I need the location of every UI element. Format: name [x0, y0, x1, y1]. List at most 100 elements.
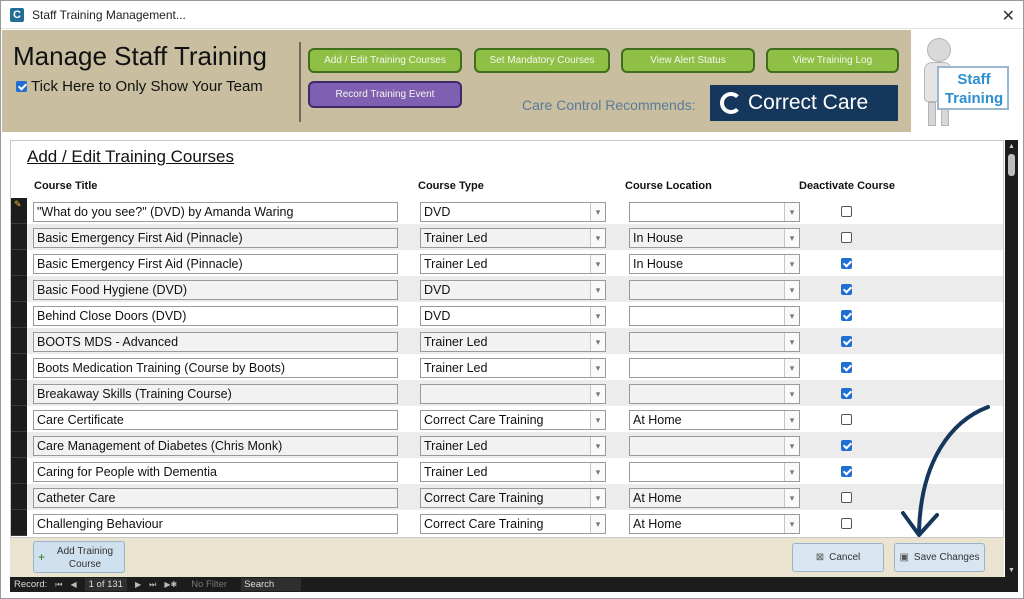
course-location-select[interactable]: ▾	[629, 462, 800, 482]
chevron-down-icon[interactable]: ▾	[784, 463, 799, 481]
correct-care-logo[interactable]: Correct Care	[710, 85, 898, 121]
team-filter-checkbox[interactable]: Tick Here to Only Show Your Team	[16, 78, 263, 95]
record-selector[interactable]	[11, 354, 27, 380]
course-title-field[interactable]: Care Certificate	[33, 410, 398, 430]
chevron-down-icon[interactable]: ▾	[590, 411, 605, 429]
table-row[interactable]: Catheter Care Correct Care Training ▾ At Ho…	[11, 484, 1003, 510]
record-selector[interactable]	[11, 328, 27, 354]
chevron-down-icon[interactable]: ▾	[590, 385, 605, 403]
record-selector[interactable]	[11, 510, 27, 536]
close-icon[interactable]: ✕	[1002, 6, 1015, 26]
vertical-scrollbar[interactable]: ▲ ▼	[1005, 140, 1018, 577]
chevron-down-icon[interactable]: ▾	[784, 255, 799, 273]
chevron-down-icon[interactable]: ▾	[590, 255, 605, 273]
course-location-select[interactable]: ▾	[629, 306, 800, 326]
course-title-field[interactable]: "What do you see?" (DVD) by Amanda Warin…	[33, 202, 398, 222]
course-type-select[interactable]: Trainer Led ▾	[420, 332, 606, 352]
deactivate-checkbox[interactable]	[841, 362, 852, 373]
course-location-select[interactable]: ▾	[629, 358, 800, 378]
table-row[interactable]: Breakaway Skills (Training Course) ▾ ▾	[11, 380, 1003, 406]
course-location-select[interactable]: In House ▾	[629, 254, 800, 274]
course-type-select[interactable]: Correct Care Training ▾	[420, 410, 606, 430]
previous-record-icon[interactable]: ◀	[70, 580, 76, 589]
course-location-select[interactable]: At Home ▾	[629, 410, 800, 430]
set-mandatory-courses-button[interactable]: Set Mandatory Courses	[474, 48, 610, 73]
view-training-log-button[interactable]: View Training Log	[766, 48, 899, 73]
chevron-down-icon[interactable]: ▾	[784, 385, 799, 403]
table-row[interactable]: Care Management of Diabetes (Chris Monk)…	[11, 432, 1003, 458]
deactivate-checkbox[interactable]	[841, 466, 852, 477]
table-row[interactable]: Caring for People with Dementia Trainer L…	[11, 458, 1003, 484]
chevron-down-icon[interactable]: ▾	[784, 515, 799, 533]
course-type-select[interactable]: DVD ▾	[420, 306, 606, 326]
checkbox-icon[interactable]	[16, 81, 27, 92]
course-type-select[interactable]: Trainer Led ▾	[420, 358, 606, 378]
table-row[interactable]: Challenging Behaviour Correct Care Traini…	[11, 510, 1003, 536]
chevron-down-icon[interactable]: ▾	[590, 515, 605, 533]
record-selector[interactable]	[11, 380, 27, 406]
course-location-select[interactable]: ▾	[629, 280, 800, 300]
table-row[interactable]: Care Certificate Correct Care Training ▾ At…	[11, 406, 1003, 432]
deactivate-checkbox[interactable]	[841, 440, 852, 451]
chevron-down-icon[interactable]: ▾	[784, 307, 799, 325]
course-type-select[interactable]: Trainer Led ▾	[420, 436, 606, 456]
chevron-down-icon[interactable]: ▾	[590, 307, 605, 325]
record-selector[interactable]	[11, 432, 27, 458]
chevron-down-icon[interactable]: ▾	[590, 463, 605, 481]
course-location-select[interactable]: ▾	[629, 384, 800, 404]
next-record-icon[interactable]: ▶	[135, 580, 141, 589]
course-title-field[interactable]: Basic Emergency First Aid (Pinnacle)	[33, 254, 398, 274]
course-location-select[interactable]: In House ▾	[629, 228, 800, 248]
chevron-down-icon[interactable]: ▾	[784, 411, 799, 429]
course-type-select[interactable]: Correct Care Training ▾	[420, 488, 606, 508]
deactivate-checkbox[interactable]	[841, 284, 852, 295]
record-selector[interactable]	[11, 484, 27, 510]
deactivate-checkbox[interactable]	[841, 492, 852, 503]
course-title-field[interactable]: Catheter Care	[33, 488, 398, 508]
add-edit-courses-button[interactable]: Add / Edit Training Courses	[308, 48, 462, 73]
deactivate-checkbox[interactable]	[841, 336, 852, 347]
chevron-down-icon[interactable]: ▾	[590, 203, 605, 221]
course-title-field[interactable]: Breakaway Skills (Training Course)	[33, 384, 398, 404]
course-type-select[interactable]: Trainer Led ▾	[420, 228, 606, 248]
course-type-select[interactable]: ▾	[420, 384, 606, 404]
scroll-down-icon[interactable]: ▼	[1005, 566, 1018, 575]
course-location-select[interactable]: At Home ▾	[629, 514, 800, 534]
table-row[interactable]: Basic Emergency First Aid (Pinnacle) Trai…	[11, 250, 1003, 276]
view-alert-status-button[interactable]: View Alert Status	[621, 48, 755, 73]
chevron-down-icon[interactable]: ▾	[590, 359, 605, 377]
course-location-select[interactable]: ▾	[629, 332, 800, 352]
chevron-down-icon[interactable]: ▾	[784, 229, 799, 247]
deactivate-checkbox[interactable]	[841, 206, 852, 217]
chevron-down-icon[interactable]: ▾	[590, 333, 605, 351]
record-position[interactable]: 1 of 131	[84, 578, 127, 591]
chevron-down-icon[interactable]: ▾	[590, 489, 605, 507]
record-selector[interactable]	[11, 276, 27, 302]
chevron-down-icon[interactable]: ▾	[590, 229, 605, 247]
chevron-down-icon[interactable]: ▾	[784, 359, 799, 377]
search-box[interactable]: Search	[241, 578, 302, 591]
scroll-up-icon[interactable]: ▲	[1005, 142, 1018, 151]
record-selector[interactable]	[11, 224, 27, 250]
course-title-field[interactable]: Boots Medication Training (Course by Boo…	[33, 358, 398, 378]
cancel-button[interactable]: ⊠ Cancel	[792, 543, 884, 572]
record-selector[interactable]	[11, 406, 27, 432]
chevron-down-icon[interactable]: ▾	[784, 489, 799, 507]
deactivate-checkbox[interactable]	[841, 518, 852, 529]
record-selector[interactable]	[11, 458, 27, 484]
course-type-select[interactable]: Correct Care Training ▾	[420, 514, 606, 534]
course-title-field[interactable]: BOOTS MDS - Advanced	[33, 332, 398, 352]
table-row[interactable]: Basic Food Hygiene (DVD) DVD ▾ ▾	[11, 276, 1003, 302]
record-training-event-button[interactable]: Record Training Event	[308, 81, 462, 108]
scroll-thumb[interactable]	[1008, 154, 1015, 176]
course-type-select[interactable]: DVD ▾	[420, 202, 606, 222]
deactivate-checkbox[interactable]	[841, 388, 852, 399]
table-row[interactable]: "What do you see?" (DVD) by Amanda Warin…	[11, 198, 1003, 224]
filter-indicator[interactable]: No Filter	[191, 579, 227, 590]
deactivate-checkbox[interactable]	[841, 232, 852, 243]
course-type-select[interactable]: Trainer Led ▾	[420, 462, 606, 482]
table-row[interactable]: Boots Medication Training (Course by Boo…	[11, 354, 1003, 380]
course-title-field[interactable]: Care Management of Diabetes (Chris Monk)	[33, 436, 398, 456]
deactivate-checkbox[interactable]	[841, 310, 852, 321]
course-title-field[interactable]: Basic Food Hygiene (DVD)	[33, 280, 398, 300]
